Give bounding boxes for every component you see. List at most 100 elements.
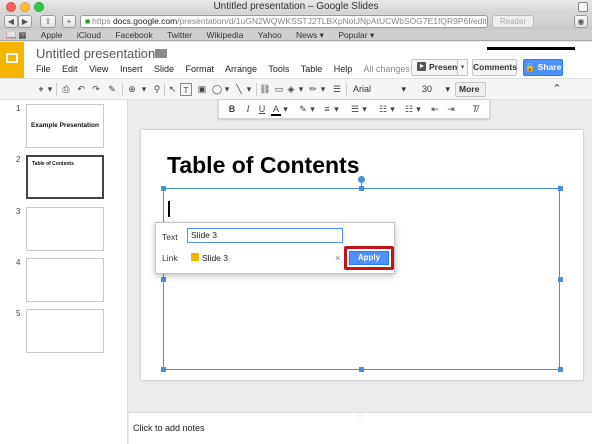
menu-arrange[interactable]: Arrange: [225, 64, 257, 74]
line-dropdown-icon[interactable]: ▾: [245, 83, 253, 96]
increase-indent-icon[interactable]: ⇥: [445, 103, 457, 116]
bookmarks-book-icon[interactable]: 📖: [6, 30, 17, 41]
decrease-indent-icon[interactable]: ⇤: [429, 103, 441, 116]
new-slide-dropdown-icon[interactable]: ▾: [46, 83, 54, 96]
align-dropdown-icon[interactable]: ▾: [333, 103, 340, 116]
bulleted-list-icon[interactable]: ☷: [403, 103, 415, 116]
bulleted-list-dropdown-icon[interactable]: ▾: [415, 103, 422, 116]
align-icon[interactable]: ≡: [321, 103, 333, 116]
zoom-search-icon[interactable]: ⚲: [151, 83, 163, 96]
resize-handle[interactable]: [558, 367, 563, 372]
zoom-icon[interactable]: ⊕: [126, 83, 138, 96]
line-spacing-icon[interactable]: ☰: [349, 103, 361, 116]
menu-view[interactable]: View: [89, 64, 108, 74]
resize-handle[interactable]: [558, 277, 563, 282]
close-window-icon[interactable]: [6, 2, 16, 12]
new-tab-icon[interactable]: +: [62, 15, 76, 28]
menu-file[interactable]: File: [36, 64, 51, 74]
text-color-dropdown-icon[interactable]: ▾: [282, 103, 289, 116]
share-button[interactable]: 🔒 Share: [523, 59, 563, 76]
new-slide-icon[interactable]: +: [36, 83, 46, 96]
slide-thumbnail-2[interactable]: Table of Contents: [26, 155, 104, 199]
bookmark-item[interactable]: Popular ▾: [338, 30, 374, 40]
download-icon[interactable]: ◉: [574, 15, 588, 28]
resize-grip-icon[interactable]: ⋯: [357, 413, 363, 420]
border-weight-icon[interactable]: ☰: [331, 83, 343, 96]
remove-link-icon[interactable]: ×: [335, 253, 340, 263]
top-sites-icon[interactable]: ▦: [18, 30, 28, 41]
line-spacing-dropdown-icon[interactable]: ▾: [361, 103, 368, 116]
highlight-color-icon[interactable]: ✎: [297, 103, 309, 116]
numbered-list-icon[interactable]: ☷: [377, 103, 389, 116]
share-sheet-icon[interactable]: ⇪: [40, 15, 56, 28]
resize-handle[interactable]: [161, 186, 166, 191]
bookmark-item[interactable]: Twitter: [167, 30, 192, 40]
menu-edit[interactable]: Edit: [62, 64, 78, 74]
bold-icon[interactable]: B: [227, 103, 237, 116]
link-text-input[interactable]: Slide 3: [187, 228, 343, 243]
star-icon[interactable]: ☆: [137, 46, 149, 62]
print-icon[interactable]: ⎙: [60, 83, 72, 96]
text-color-icon[interactable]: A: [271, 103, 281, 116]
bookmark-item[interactable]: News ▾: [296, 30, 324, 40]
font-size-select[interactable]: 30 ▾: [420, 83, 450, 96]
text-box-icon[interactable]: T: [180, 83, 192, 96]
highlight-dropdown-icon[interactable]: ▾: [309, 103, 316, 116]
link-target[interactable]: Slide 3: [202, 253, 228, 263]
menu-table[interactable]: Table: [301, 64, 323, 74]
slide-thumbnail-4[interactable]: [26, 258, 104, 302]
present-dropdown[interactable]: ▾: [457, 59, 468, 76]
resize-handle[interactable]: [161, 277, 166, 282]
font-family-select[interactable]: Arial ▾: [350, 83, 408, 96]
menu-help[interactable]: Help: [334, 64, 353, 74]
zoom-dropdown-icon[interactable]: ▾: [140, 83, 148, 96]
bookmark-item[interactable]: Facebook: [115, 30, 152, 40]
zoom-window-icon[interactable]: [34, 2, 44, 12]
slide-title[interactable]: Table of Contents: [167, 152, 360, 179]
menu-format[interactable]: Format: [186, 64, 215, 74]
reader-button[interactable]: Reader: [492, 15, 534, 28]
slide-thumbnail-1[interactable]: Example Presentation: [26, 104, 104, 148]
comments-button[interactable]: Comments: [472, 59, 517, 76]
insert-link-icon[interactable]: ⛓: [259, 83, 271, 96]
redo-icon[interactable]: ↷: [90, 83, 102, 96]
bookmark-item[interactable]: Apple: [41, 30, 63, 40]
line-icon[interactable]: ╲: [233, 83, 245, 96]
forward-icon[interactable]: ▶: [18, 15, 32, 28]
fill-dropdown-icon[interactable]: ▾: [297, 83, 305, 96]
select-cursor-icon[interactable]: ↖: [167, 83, 178, 96]
apply-button[interactable]: Apply: [349, 251, 389, 265]
border-color-icon[interactable]: ✏: [307, 83, 319, 96]
minimize-window-icon[interactable]: [20, 2, 30, 12]
undo-icon[interactable]: ↶: [75, 83, 87, 96]
menu-slide[interactable]: Slide: [154, 64, 174, 74]
numbered-list-dropdown-icon[interactable]: ▾: [389, 103, 396, 116]
bookmark-item[interactable]: Yahoo: [258, 30, 282, 40]
shape-dropdown-icon[interactable]: ▾: [223, 83, 231, 96]
slide-thumbnail-3[interactable]: [26, 207, 104, 251]
underline-icon[interactable]: U: [257, 103, 267, 116]
bookmark-item[interactable]: iCloud: [77, 30, 101, 40]
clear-formatting-icon[interactable]: T̸: [469, 103, 481, 116]
body-text-box[interactable]: [163, 188, 560, 370]
menu-tools[interactable]: Tools: [268, 64, 289, 74]
border-dropdown-icon[interactable]: ▾: [319, 83, 327, 96]
fullscreen-icon[interactable]: [578, 2, 588, 12]
back-icon[interactable]: ◀: [4, 15, 18, 28]
paint-format-icon[interactable]: ✎: [106, 83, 118, 96]
slides-logo[interactable]: [0, 42, 24, 78]
menu-insert[interactable]: Insert: [120, 64, 143, 74]
image-icon[interactable]: ▣: [196, 83, 208, 96]
fill-color-icon[interactable]: ◈: [285, 83, 297, 96]
resize-handle[interactable]: [161, 367, 166, 372]
collapse-menu-icon[interactable]: ⌃: [550, 83, 564, 96]
folder-icon[interactable]: [155, 49, 167, 58]
slide-thumbnail-5[interactable]: [26, 309, 104, 353]
resize-handle[interactable]: [558, 186, 563, 191]
bookmark-item[interactable]: Wikipedia: [206, 30, 243, 40]
comment-icon[interactable]: ▭: [273, 83, 285, 96]
address-bar[interactable]: ■ https docs.google.com/presentation/d/1u…: [80, 15, 488, 28]
resize-handle[interactable]: [359, 186, 364, 191]
resize-handle[interactable]: [359, 367, 364, 372]
shape-icon[interactable]: ◯: [211, 83, 223, 96]
